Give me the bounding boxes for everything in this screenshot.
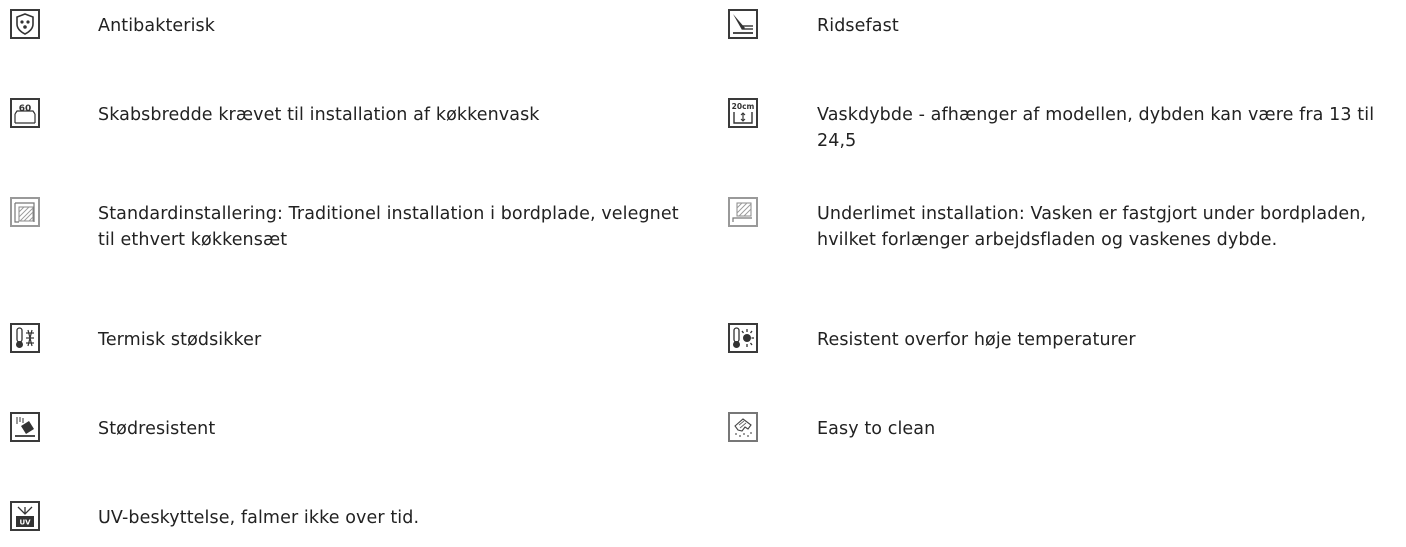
feature-undermount-installation: Underlimet installation: Vasken er fastg… <box>728 197 1406 253</box>
uv-protection-icon: UV <box>10 501 40 531</box>
feature-sink-depth: 20cm Vaskdybde - afhænger af modellen, d… <box>728 98 1406 154</box>
feature-label: Underlimet installation: Vasken er fastg… <box>817 204 1367 250</box>
feature-label: Termisk stødsikker <box>98 330 262 350</box>
svg-text:60: 60 <box>19 104 32 114</box>
feature-label: Ridsefast <box>817 16 899 36</box>
feature-uv-protection: UV UV-beskyttelse, falmer ikke over tid. <box>10 501 698 531</box>
feature-label: Standardinstallering: Traditionel instal… <box>98 204 679 250</box>
high-temperature-icon <box>728 323 758 353</box>
feature-standard-installation: Standardinstallering: Traditionel instal… <box>10 197 698 253</box>
feature-label: Vaskdybde - afhænger af modellen, dybden… <box>817 105 1375 151</box>
undermount-installation-icon <box>728 197 758 227</box>
svg-text:UV: UV <box>19 519 31 527</box>
svg-text:20cm: 20cm <box>732 102 755 111</box>
feature-label: Easy to clean <box>817 419 936 439</box>
feature-impact-resistant: Stødresistent <box>10 412 698 442</box>
standard-installation-icon <box>10 197 40 227</box>
feature-label: UV-beskyttelse, falmer ikke over tid. <box>98 508 420 528</box>
feature-easy-to-clean: Easy to clean <box>728 412 1406 442</box>
cabinet-width-60-icon: 60 <box>10 98 40 128</box>
easy-to-clean-icon <box>728 412 758 442</box>
scratch-resistant-icon <box>728 9 758 39</box>
feature-label: Resistent overfor høje temperaturer <box>817 330 1136 350</box>
feature-scratch-resistant: Ridsefast <box>728 9 1406 39</box>
feature-antibacterial: Antibakterisk <box>10 9 698 39</box>
thermal-shock-icon <box>10 323 40 353</box>
impact-resistant-icon <box>10 412 40 442</box>
feature-thermal-shock: Termisk stødsikker <box>10 323 698 353</box>
feature-cabinet-width: 60 Skabsbredde krævet til installation a… <box>10 98 698 128</box>
sink-depth-20cm-icon: 20cm <box>728 98 758 128</box>
antibacterial-shield-icon <box>10 9 40 39</box>
feature-label: Stødresistent <box>98 419 216 439</box>
feature-high-temperature: Resistent overfor høje temperaturer <box>728 323 1406 353</box>
feature-label: Antibakterisk <box>98 16 215 36</box>
feature-label: Skabsbredde krævet til installation af k… <box>98 105 540 125</box>
